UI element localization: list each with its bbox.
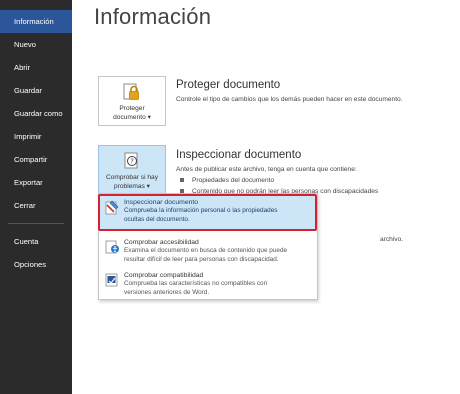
inspect-tile-label-line2: problemas ▾: [114, 182, 150, 190]
menu-item-description: resultar difícil de leer para personas c…: [124, 255, 279, 263]
sidebar-item-nuevo[interactable]: Nuevo: [0, 33, 72, 56]
menu-item-description: ocultas del documento.: [124, 215, 190, 223]
menu-item-description: Comprueba las características no compati…: [124, 280, 268, 287]
document-check-icon: ?: [99, 152, 165, 172]
sidebar-nav: Información Nuevo Abrir Guardar Guardar …: [0, 0, 72, 217]
sidebar-item-imprimir[interactable]: Imprimir: [0, 125, 72, 148]
sidebar-item-cerrar[interactable]: Cerrar: [0, 194, 72, 217]
protect-tile-label-line1: Proteger: [119, 105, 145, 112]
sidebar-divider: [8, 223, 64, 224]
menu-item-title: Comprobar compatibilidad: [124, 272, 204, 279]
protect-document-button[interactable]: Proteger documento ▾: [98, 76, 166, 126]
protect-tile-label-line2: documento ▾: [113, 113, 151, 121]
compatibility-icon: [104, 272, 120, 293]
sidebar-item-guardar[interactable]: Guardar: [0, 79, 72, 102]
info-panel: Información Proteger documento ▾ Protege…: [72, 0, 460, 394]
inspect-tile-label-line1: Comprobar si hay: [105, 174, 159, 181]
sidebar-item-opciones[interactable]: Opciones: [0, 253, 72, 276]
background-text-fragment: archivo.: [380, 236, 404, 243]
lock-icon: [99, 83, 165, 103]
backstage-sidebar: Información Nuevo Abrir Guardar Guardar …: [0, 0, 72, 394]
sidebar-item-cuenta[interactable]: Cuenta: [0, 230, 72, 253]
menu-item-inspect-document[interactable]: Inspeccionar documento Comprueba la info…: [100, 195, 316, 231]
menu-item-description: Examina el documento en busca de conteni…: [124, 247, 288, 254]
bullet-text: Propiedades del documento: [192, 177, 275, 184]
page-title: Información: [94, 4, 212, 29]
menu-item-check-accessibility[interactable]: Comprobar accesibilidad Examina el docum…: [100, 235, 316, 267]
list-item: Propiedades del documento: [180, 175, 378, 186]
menu-item-check-compatibility[interactable]: Comprobar compatibilidad Comprueba las c…: [100, 268, 316, 298]
check-issues-dropdown-menu: Inspeccionar documento Comprueba la info…: [98, 193, 318, 300]
sidebar-item-exportar[interactable]: Exportar: [0, 171, 72, 194]
accessibility-icon: [104, 239, 120, 260]
check-for-issues-button[interactable]: ? Comprobar si hay problemas ▾: [98, 145, 166, 195]
menu-item-description: Comprueba la información personal o las …: [124, 207, 278, 214]
protect-section-description: Controle el tipo de cambios que los demá…: [176, 96, 403, 103]
sidebar-item-guardar-como[interactable]: Guardar como: [0, 102, 72, 125]
inspect-section-description: Antes de publicar este archivo, tenga en…: [176, 166, 357, 173]
inspect-document-icon: [104, 199, 120, 220]
menu-item-description: versiones anteriores de Word.: [124, 288, 210, 296]
inspect-section-title: Inspeccionar documento: [176, 149, 302, 161]
sidebar-item-abrir[interactable]: Abrir: [0, 56, 72, 79]
menu-item-title: Comprobar accesibilidad: [124, 239, 199, 246]
protect-section-title: Proteger documento: [176, 79, 281, 91]
sidebar-item-compartir[interactable]: Compartir: [0, 148, 72, 171]
svg-text:?: ?: [130, 158, 134, 166]
sidebar-item-informacion[interactable]: Información: [0, 10, 72, 33]
bullet-icon: [180, 178, 184, 183]
menu-item-title: Inspeccionar documento: [124, 199, 199, 206]
